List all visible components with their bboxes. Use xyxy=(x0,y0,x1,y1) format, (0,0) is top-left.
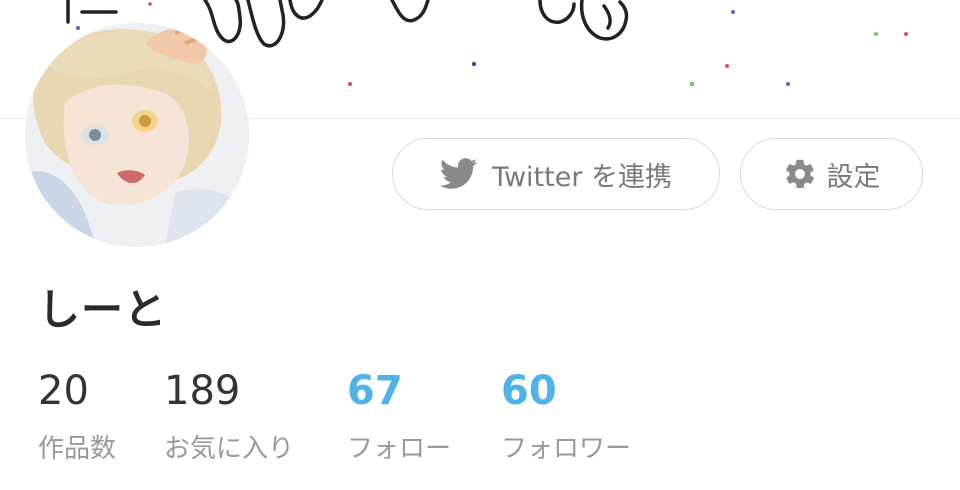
following-label: フォロー xyxy=(347,434,452,464)
twitter-bird-icon xyxy=(439,158,478,190)
followers-count: 60 xyxy=(501,368,557,414)
twitter-connect-label: Twitter を連携 xyxy=(491,161,673,193)
works-label: 作品数 xyxy=(38,434,117,464)
stat-works[interactable]: 20 作品数 xyxy=(38,368,116,465)
favorites-label: お気に入り xyxy=(164,434,295,464)
followers-label: フォロワー xyxy=(501,434,632,464)
works-count: 20 xyxy=(38,368,89,414)
stat-followers[interactable]: 60 フォロワー xyxy=(501,368,631,465)
settings-label: 設定 xyxy=(826,161,881,193)
gear-icon xyxy=(783,157,817,191)
avatar-illustration xyxy=(25,23,249,247)
stat-favorites[interactable]: 189 お気に入り xyxy=(164,368,294,465)
stat-following[interactable]: 67 フォロー xyxy=(347,368,451,465)
following-count: 67 xyxy=(347,368,403,414)
avatar[interactable] xyxy=(25,23,249,247)
settings-button[interactable]: 設定 xyxy=(740,138,923,210)
twitter-connect-button[interactable]: Twitter を連携 xyxy=(392,138,720,210)
username: しーと xyxy=(38,285,168,334)
favorites-count: 189 xyxy=(164,368,241,414)
